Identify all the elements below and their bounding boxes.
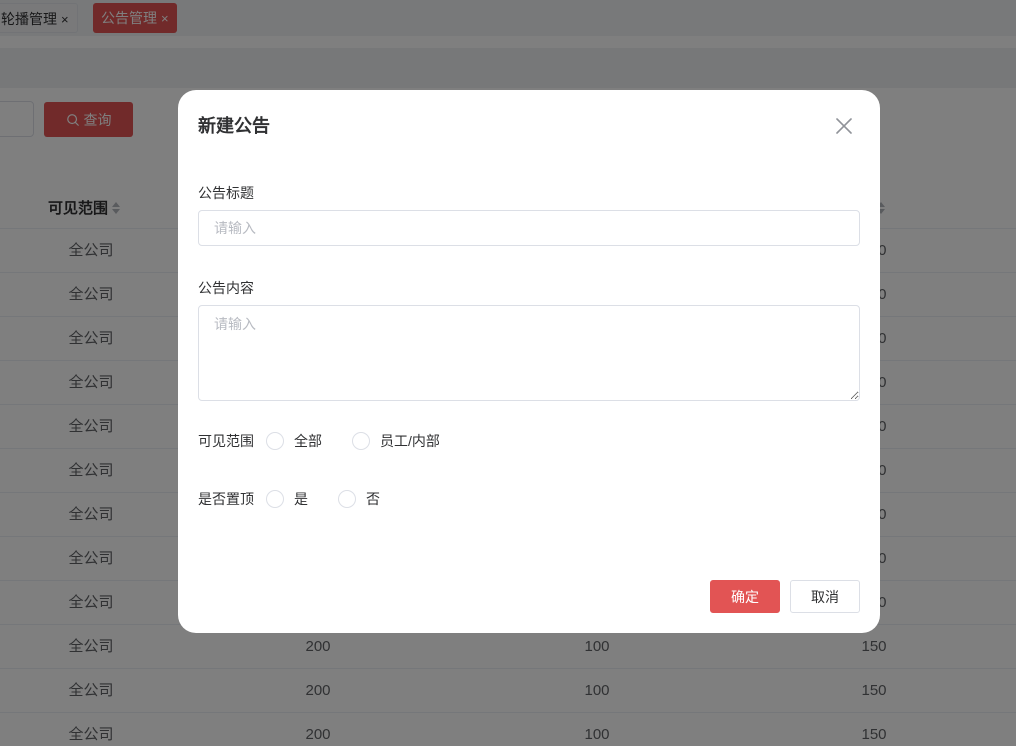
radio-label: 否 (366, 491, 380, 507)
radio-label: 是 (294, 491, 308, 507)
radio-label: 全部 (294, 433, 322, 449)
confirm-button[interactable]: 确定 (710, 580, 780, 613)
announcement-title-input[interactable] (198, 210, 860, 246)
pin-to-top-group: 是否置顶 是 否 (198, 489, 380, 509)
radio-circle[interactable] (338, 490, 356, 508)
cancel-button[interactable]: 取消 (790, 580, 860, 613)
radio-circle[interactable] (352, 432, 370, 450)
radio-circle[interactable] (266, 490, 284, 508)
radio-visible-staff[interactable]: 员工/内部 (352, 431, 440, 451)
pin-to-top-label: 是否置顶 (198, 491, 254, 507)
announcement-title-label: 公告标题 (198, 185, 254, 201)
radio-pin-yes[interactable]: 是 (266, 489, 308, 509)
close-icon[interactable] (834, 116, 854, 136)
announcement-content-textarea[interactable] (198, 305, 860, 401)
radio-circle[interactable] (266, 432, 284, 450)
dialog-title: 新建公告 (198, 116, 270, 136)
new-announcement-dialog: 新建公告 公告标题 公告内容 可见范围 全部 员工/内部 是否置顶 是 否 确定… (178, 90, 880, 633)
radio-visible-all[interactable]: 全部 (266, 431, 322, 451)
visible-scope-group: 可见范围 全部 员工/内部 (198, 431, 440, 451)
announcement-content-label: 公告内容 (198, 280, 254, 296)
radio-pin-no[interactable]: 否 (338, 489, 380, 509)
visible-scope-label: 可见范围 (198, 433, 254, 449)
radio-label: 员工/内部 (380, 433, 440, 449)
